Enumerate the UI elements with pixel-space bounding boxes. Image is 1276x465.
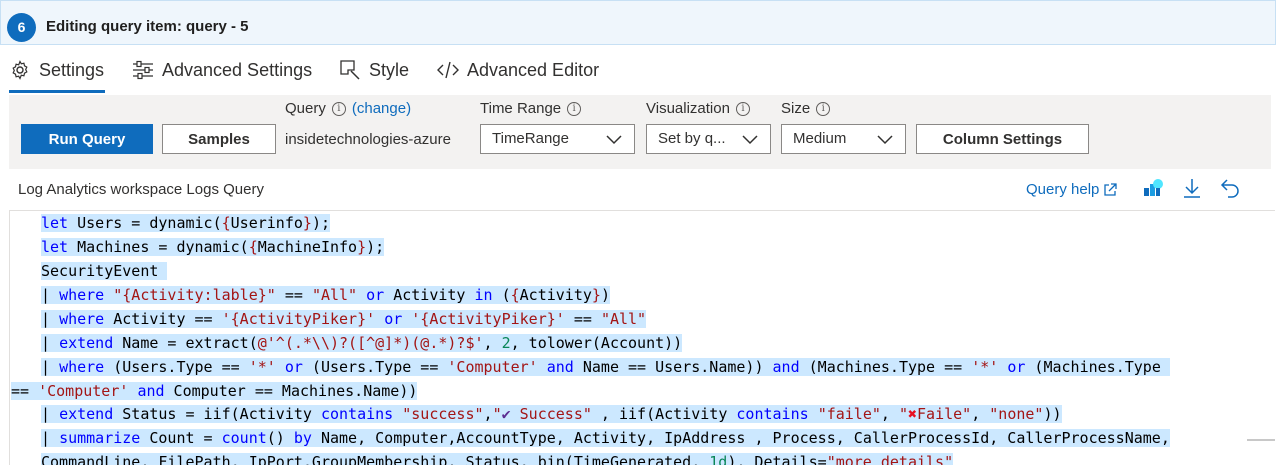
size-label: Size i: [781, 100, 831, 117]
pin-to-dashboard-icon[interactable]: [1142, 176, 1166, 200]
external-link-icon: [1104, 182, 1118, 196]
panel-title: Editing query item: query - 5: [46, 18, 249, 35]
code-line: let Users = dynamic({Userinfo});: [41, 214, 330, 232]
time-range-label: Time Range i: [480, 100, 582, 117]
tab-advanced-settings[interactable]: Advanced Settings: [132, 50, 312, 90]
column-settings-button[interactable]: Column Settings: [916, 124, 1089, 154]
code-line: CommandLine, FilePath, IpPort,GroupMembe…: [41, 451, 954, 465]
query-help-label: Query help: [1026, 181, 1100, 198]
query-help-link[interactable]: Query help: [1026, 181, 1118, 198]
visualization-dropdown[interactable]: Set by q...: [646, 124, 771, 154]
gear-icon: [9, 59, 31, 81]
size-value: Medium: [793, 130, 847, 147]
query-resource-value: insidetechnologies-azure: [285, 131, 451, 148]
panel-header: 6 Editing query item: query - 5: [0, 0, 1276, 45]
chevron-down-icon: [877, 135, 893, 145]
time-range-dropdown[interactable]: TimeRange: [480, 124, 635, 154]
code-line: let Machines = dynamic({MachineInfo});: [41, 238, 385, 256]
download-icon[interactable]: [1180, 176, 1204, 200]
scrollbar-marker: [1247, 439, 1275, 441]
chevron-down-icon: [606, 135, 622, 145]
query-change-link[interactable]: (change): [352, 100, 411, 117]
tab-style-label: Style: [369, 59, 410, 80]
code-icon: [437, 59, 459, 81]
samples-button[interactable]: Samples: [162, 124, 276, 154]
info-icon[interactable]: i: [567, 101, 582, 116]
visualization-value: Set by q...: [658, 130, 726, 147]
size-label-text: Size: [781, 100, 811, 117]
brush-icon: [339, 59, 361, 81]
time-range-label-text: Time Range: [480, 100, 562, 117]
tab-advanced-editor-label: Advanced Editor: [467, 59, 600, 80]
code-line: SecurityEvent: [41, 262, 168, 280]
visualization-label-text: Visualization: [646, 100, 730, 117]
editor-header-label: Log Analytics workspace Logs Query: [18, 181, 264, 198]
code-line: | summarize Count = count() by Name, Com…: [41, 429, 1170, 447]
info-icon[interactable]: i: [816, 101, 831, 116]
tab-settings-label: Settings: [39, 59, 105, 80]
info-icon[interactable]: i: [331, 101, 346, 116]
code-line: | extend Name = extract(@'^(.*\\)?([^@]*…: [41, 334, 683, 352]
time-range-value: TimeRange: [492, 130, 569, 147]
tab-style[interactable]: Style: [339, 50, 409, 90]
tab-settings[interactable]: Settings: [9, 50, 105, 93]
code-line: == 'Computer' and Computer == Machines.N…: [11, 382, 418, 400]
size-dropdown[interactable]: Medium: [781, 124, 906, 154]
sliders-icon: [132, 59, 154, 81]
query-label: Query i (change): [285, 100, 411, 117]
undo-icon[interactable]: [1219, 176, 1243, 200]
tab-advanced-editor[interactable]: Advanced Editor: [437, 50, 599, 90]
visualization-label: Visualization i: [646, 100, 750, 117]
tab-bar: Settings Advanced Settings Style Advance…: [0, 50, 1276, 93]
step-number-badge: 6: [7, 13, 36, 42]
tab-advanced-settings-label: Advanced Settings: [162, 59, 313, 80]
code-line: | extend Status = iif(Activity contains …: [41, 405, 1062, 423]
code-line: | where Activity == '{ActivityPiker}' or…: [41, 310, 647, 328]
info-icon[interactable]: i: [735, 101, 750, 116]
code-line: | where "{Activity:lable}" == "All" or A…: [41, 286, 610, 304]
run-query-button[interactable]: Run Query: [21, 124, 153, 154]
chevron-down-icon: [742, 135, 758, 145]
query-label-text: Query: [285, 100, 326, 117]
query-code-editor[interactable]: let Users = dynamic({Userinfo}); let Mac…: [9, 210, 1275, 465]
code-line: | where (Users.Type == '*' or (Users.Typ…: [41, 358, 1170, 376]
